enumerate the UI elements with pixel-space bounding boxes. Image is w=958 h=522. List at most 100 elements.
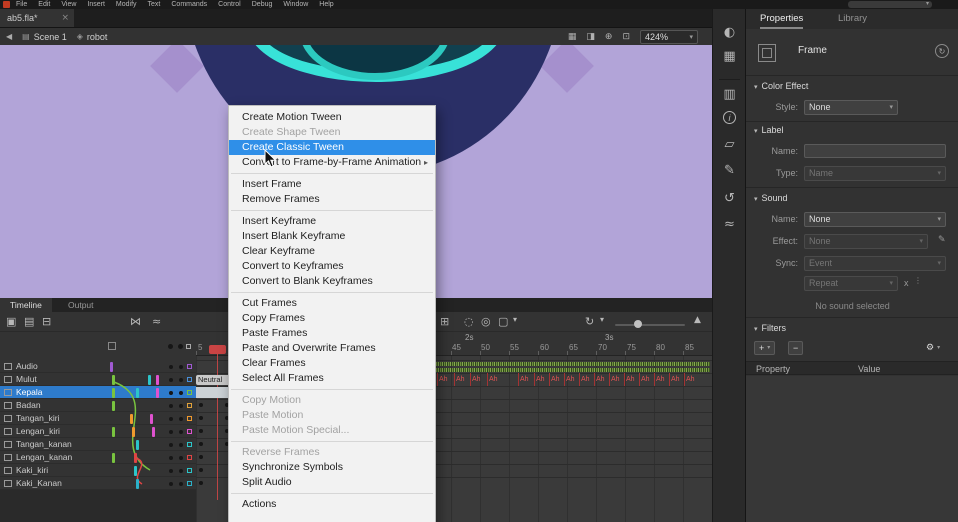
layer-row-kaki-kanan[interactable]: Kaki_Kanan <box>0 477 196 490</box>
outline-color-swatch[interactable] <box>187 377 192 382</box>
edit-scene-icon[interactable]: ▦ <box>568 32 577 42</box>
frame-label-ah[interactable]: Ah <box>609 373 620 386</box>
menu-item-clear-frames[interactable]: Clear Frames <box>229 356 435 371</box>
menu-modify[interactable]: Modify <box>116 1 137 8</box>
lock-dot[interactable] <box>179 365 183 369</box>
timeline-zoom-slider[interactable] <box>615 324 685 326</box>
section-color-effect[interactable]: ▾Color Effect <box>754 81 808 94</box>
visibility-dot[interactable] <box>169 404 173 408</box>
breadcrumb-scene[interactable]: Scene 1 <box>34 32 67 42</box>
menu-window[interactable]: Window <box>283 1 308 8</box>
menu-commands[interactable]: Commands <box>171 1 207 8</box>
new-layer-icon[interactable]: ▣ <box>6 315 16 328</box>
section-label[interactable]: ▾Label <box>754 125 784 138</box>
edit-sound-icon[interactable]: ✎ <box>938 235 946 245</box>
keyframe-dot[interactable] <box>199 429 203 433</box>
keyframe-dot[interactable] <box>199 455 203 459</box>
menu-text[interactable]: Text <box>148 1 161 8</box>
menu-item-create-motion-tween[interactable]: Create Motion Tween <box>229 110 435 125</box>
menu-debug[interactable]: Debug <box>252 1 273 8</box>
lock-dot[interactable] <box>179 430 183 434</box>
zoom-select[interactable]: 424% ▾ <box>640 30 698 44</box>
menu-file[interactable]: File <box>16 1 27 8</box>
edit-symbols-icon[interactable]: ◨ <box>586 32 595 42</box>
center-stage-icon[interactable]: ⊕ <box>605 32 613 42</box>
menu-item-clear-keyframe[interactable]: Clear Keyframe <box>229 244 435 259</box>
visibility-dot[interactable] <box>169 417 173 421</box>
style-select[interactable]: None ▾ <box>804 100 898 115</box>
align-panel-icon[interactable]: ▥ <box>713 87 746 102</box>
chevron-down-icon[interactable]: ▾ <box>600 315 604 324</box>
account-button[interactable]: ▾ <box>848 1 932 8</box>
outline-color-swatch[interactable] <box>187 416 192 421</box>
menu-help[interactable]: Help <box>319 1 333 8</box>
lock-dot[interactable] <box>179 469 183 473</box>
keyframe-dot[interactable] <box>199 481 203 485</box>
visibility-dot[interactable] <box>169 391 173 395</box>
repeat-stepper[interactable]: ⋮ <box>914 278 918 288</box>
menu-item-create-classic-tween[interactable]: Create Classic Tween <box>229 140 435 155</box>
frame-label-ah[interactable]: Ah <box>534 373 545 386</box>
layer-row-audio[interactable]: Audio <box>0 360 196 373</box>
tab-properties[interactable]: Properties <box>760 9 803 29</box>
layer-row-kaki-kiri[interactable]: Kaki_kiri <box>0 464 196 477</box>
add-frame-icon[interactable]: ⊞ <box>440 315 449 328</box>
menu-item-insert-blank-keyframe[interactable]: Insert Blank Keyframe <box>229 229 435 244</box>
menu-item-copy-frames[interactable]: Copy Frames <box>229 311 435 326</box>
frame-label-ah[interactable]: Ah <box>639 373 650 386</box>
onion-outlines-icon[interactable]: ◎ <box>481 315 491 328</box>
parenting-view-icon[interactable]: ⋈ <box>130 315 141 328</box>
outline-color-swatch[interactable] <box>187 390 192 395</box>
frame-label-ah[interactable]: Ah <box>564 373 575 386</box>
loop-icon[interactable]: ↻ <box>585 315 594 328</box>
tab-output[interactable]: Output <box>58 298 104 312</box>
layer-row-mulut[interactable]: Mulut <box>0 373 196 386</box>
label-name-input[interactable] <box>804 144 946 158</box>
delete-layer-icon[interactable]: ⊟ <box>42 315 51 328</box>
frame-label-ah[interactable]: Ah <box>594 373 605 386</box>
frame-label-ah[interactable]: Ah <box>454 373 465 386</box>
outline-color-swatch[interactable] <box>187 455 192 460</box>
keyframe-dot[interactable] <box>199 442 203 446</box>
menu-item-select-all-frames[interactable]: Select All Frames <box>229 371 435 386</box>
edit-multiple-frames-icon[interactable]: ▢ <box>498 315 508 328</box>
document-tab[interactable]: ab5.fla* × <box>0 9 74 27</box>
tab-timeline[interactable]: Timeline <box>0 298 52 312</box>
outline-color-swatch[interactable] <box>187 468 192 473</box>
graph-mode-icon[interactable]: ≈ <box>152 315 161 328</box>
menu-edit[interactable]: Edit <box>38 1 50 8</box>
motion-editor-panel-icon[interactable]: ≈ <box>713 217 746 232</box>
close-tab-icon[interactable]: × <box>61 9 69 27</box>
outline-color-swatch[interactable] <box>187 481 192 486</box>
info-panel-icon[interactable]: i <box>713 111 746 124</box>
outline-color-swatch[interactable] <box>187 364 192 369</box>
lock-dot[interactable] <box>179 391 183 395</box>
outline-color-swatch[interactable] <box>187 429 192 434</box>
outline-color-swatch[interactable] <box>187 442 192 447</box>
keyframe-dot[interactable] <box>199 416 203 420</box>
section-sound[interactable]: ▾Sound <box>754 193 788 206</box>
transform-panel-icon[interactable]: ▱ <box>713 137 746 152</box>
brush-panel-icon[interactable]: ✎ <box>713 163 746 178</box>
menu-item-insert-frame[interactable]: Insert Frame <box>229 177 435 192</box>
frame-label-ah[interactable]: Ah <box>518 373 529 386</box>
chevron-down-icon[interactable]: ▾ <box>513 315 517 324</box>
menu-item-split-audio[interactable]: Split Audio <box>229 475 435 490</box>
menu-item-actions[interactable]: Actions <box>229 497 435 512</box>
frame-label-ah[interactable]: Ah <box>470 373 481 386</box>
section-filters[interactable]: ▾Filters <box>754 323 786 336</box>
menu-item-convert-to-blank-keyframes[interactable]: Convert to Blank Keyframes <box>229 274 435 289</box>
zoom-fit-icon[interactable]: ▲ <box>694 315 701 325</box>
lock-dot[interactable] <box>179 443 183 447</box>
frame-label-ah[interactable]: Ah <box>669 373 680 386</box>
swatches-panel-icon[interactable]: ▦ <box>713 49 746 64</box>
menu-item-convert-to-keyframes[interactable]: Convert to Keyframes <box>229 259 435 274</box>
playhead[interactable] <box>209 345 226 354</box>
onion-skin-icon[interactable]: ◌ <box>464 315 474 328</box>
frame-label-ah[interactable]: Ah <box>624 373 635 386</box>
menu-item-synchronize-symbols[interactable]: Synchronize Symbols <box>229 460 435 475</box>
back-icon[interactable]: ◀ <box>6 32 12 41</box>
lock-dot[interactable] <box>179 378 183 382</box>
layer-row-kepala[interactable]: Kepala <box>0 386 196 399</box>
menu-insert[interactable]: Insert <box>87 1 105 8</box>
